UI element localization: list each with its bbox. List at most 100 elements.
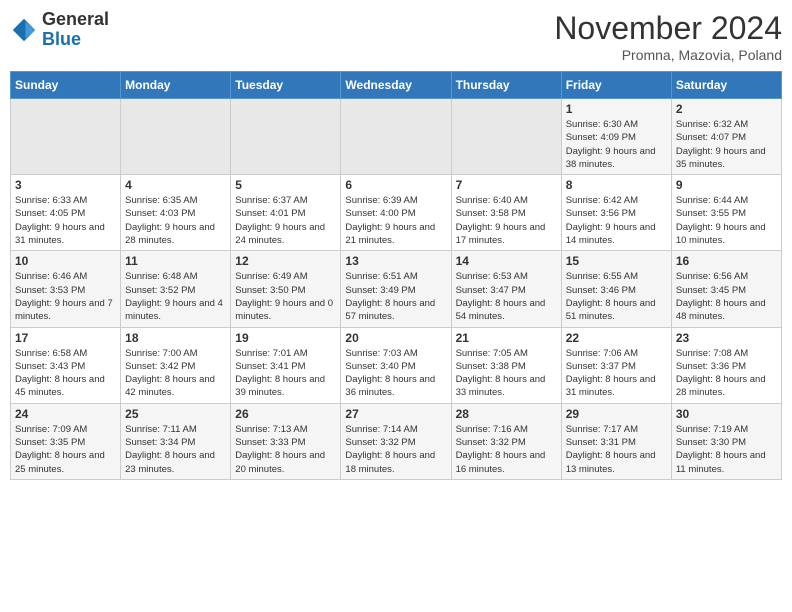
day-number: 13 <box>345 254 446 268</box>
day-info: Sunrise: 6:49 AM Sunset: 3:50 PM Dayligh… <box>235 270 336 323</box>
day-number: 25 <box>125 407 226 421</box>
day-cell-15: 15Sunrise: 6:55 AM Sunset: 3:46 PM Dayli… <box>561 251 671 327</box>
day-number: 20 <box>345 331 446 345</box>
day-number: 30 <box>676 407 777 421</box>
day-number: 7 <box>456 178 557 192</box>
logo-blue-text: Blue <box>42 29 81 49</box>
day-number: 15 <box>566 254 667 268</box>
day-cell-20: 20Sunrise: 7:03 AM Sunset: 3:40 PM Dayli… <box>341 327 451 403</box>
day-cell-1: 1 Sunrise: 6:30 AM Sunset: 4:09 PM Daylig… <box>561 99 671 175</box>
logo-icon <box>10 16 38 44</box>
week-row-2: 3Sunrise: 6:33 AM Sunset: 4:05 PM Daylig… <box>11 175 782 251</box>
week-row-5: 24 Sunrise: 7:09 AM Sunset: 3:35 PM Dayli… <box>11 403 782 479</box>
day-info: Sunrise: 6:44 AM Sunset: 3:55 PM Dayligh… <box>676 194 777 247</box>
week-row-1: 1 Sunrise: 6:30 AM Sunset: 4:09 PM Daylig… <box>11 99 782 175</box>
weekday-header-row: SundayMondayTuesdayWednesdayThursdayFrid… <box>11 72 782 99</box>
day-number: 12 <box>235 254 336 268</box>
weekday-saturday: Saturday <box>671 72 781 99</box>
title-area: November 2024 Promna, Mazovia, Poland <box>554 10 782 63</box>
day-cell-16: 16 Sunrise: 6:56 AM Sunset: 3:45 PM Dayli… <box>671 251 781 327</box>
day-info: Sunrise: 7:05 AM Sunset: 3:38 PM Dayligh… <box>456 347 557 400</box>
empty-cell <box>231 99 341 175</box>
day-number: 10 <box>15 254 116 268</box>
day-cell-11: 11 Sunrise: 6:48 AM Sunset: 3:52 PM Dayli… <box>121 251 231 327</box>
weekday-sunday: Sunday <box>11 72 121 99</box>
day-cell-26: 26 Sunrise: 7:13 AM Sunset: 3:33 PM Dayli… <box>231 403 341 479</box>
day-cell-19: 19 Sunrise: 7:01 AM Sunset: 3:41 PM Dayli… <box>231 327 341 403</box>
weekday-monday: Monday <box>121 72 231 99</box>
day-cell-2: 2 Sunrise: 6:32 AM Sunset: 4:07 PM Daylig… <box>671 99 781 175</box>
day-number: 2 <box>676 102 777 116</box>
day-number: 14 <box>456 254 557 268</box>
day-info: Sunrise: 7:11 AM Sunset: 3:34 PM Dayligh… <box>125 423 226 476</box>
day-cell-3: 3Sunrise: 6:33 AM Sunset: 4:05 PM Daylig… <box>11 175 121 251</box>
day-info: Sunrise: 7:16 AM Sunset: 3:32 PM Dayligh… <box>456 423 557 476</box>
day-number: 16 <box>676 254 777 268</box>
week-row-3: 10 Sunrise: 6:46 AM Sunset: 3:53 PM Dayli… <box>11 251 782 327</box>
day-cell-9: 9Sunrise: 6:44 AM Sunset: 3:55 PM Daylig… <box>671 175 781 251</box>
day-cell-23: 23 Sunrise: 7:08 AM Sunset: 3:36 PM Dayli… <box>671 327 781 403</box>
day-cell-8: 8Sunrise: 6:42 AM Sunset: 3:56 PM Daylig… <box>561 175 671 251</box>
day-number: 5 <box>235 178 336 192</box>
weekday-tuesday: Tuesday <box>231 72 341 99</box>
day-number: 1 <box>566 102 667 116</box>
day-cell-7: 7 Sunrise: 6:40 AM Sunset: 3:58 PM Daylig… <box>451 175 561 251</box>
day-number: 23 <box>676 331 777 345</box>
day-cell-22: 22 Sunrise: 7:06 AM Sunset: 3:37 PM Dayli… <box>561 327 671 403</box>
day-info: Sunrise: 6:40 AM Sunset: 3:58 PM Dayligh… <box>456 194 557 247</box>
day-cell-28: 28 Sunrise: 7:16 AM Sunset: 3:32 PM Dayli… <box>451 403 561 479</box>
day-number: 18 <box>125 331 226 345</box>
day-number: 29 <box>566 407 667 421</box>
day-number: 27 <box>345 407 446 421</box>
empty-cell <box>341 99 451 175</box>
day-info: Sunrise: 7:06 AM Sunset: 3:37 PM Dayligh… <box>566 347 667 400</box>
day-number: 28 <box>456 407 557 421</box>
day-number: 22 <box>566 331 667 345</box>
header: General Blue November 2024 Promna, Mazov… <box>10 10 782 63</box>
day-info: Sunrise: 6:37 AM Sunset: 4:01 PM Dayligh… <box>235 194 336 247</box>
day-info: Sunrise: 7:01 AM Sunset: 3:41 PM Dayligh… <box>235 347 336 400</box>
day-info: Sunrise: 6:46 AM Sunset: 3:53 PM Dayligh… <box>15 270 116 323</box>
day-info: Sunrise: 6:53 AM Sunset: 3:47 PM Dayligh… <box>456 270 557 323</box>
day-info: Sunrise: 7:08 AM Sunset: 3:36 PM Dayligh… <box>676 347 777 400</box>
day-cell-24: 24 Sunrise: 7:09 AM Sunset: 3:35 PM Dayli… <box>11 403 121 479</box>
location: Promna, Mazovia, Poland <box>554 47 782 63</box>
day-number: 24 <box>15 407 116 421</box>
day-cell-29: 29 Sunrise: 7:17 AM Sunset: 3:31 PM Dayli… <box>561 403 671 479</box>
day-info: Sunrise: 7:09 AM Sunset: 3:35 PM Dayligh… <box>15 423 116 476</box>
day-info: Sunrise: 6:51 AM Sunset: 3:49 PM Dayligh… <box>345 270 446 323</box>
day-info: Sunrise: 6:56 AM Sunset: 3:45 PM Dayligh… <box>676 270 777 323</box>
weekday-thursday: Thursday <box>451 72 561 99</box>
day-number: 19 <box>235 331 336 345</box>
day-number: 17 <box>15 331 116 345</box>
day-number: 8 <box>566 178 667 192</box>
day-number: 6 <box>345 178 446 192</box>
day-number: 26 <box>235 407 336 421</box>
month-title: November 2024 <box>554 10 782 47</box>
day-number: 21 <box>456 331 557 345</box>
empty-cell <box>11 99 121 175</box>
day-info: Sunrise: 6:39 AM Sunset: 4:00 PM Dayligh… <box>345 194 446 247</box>
day-info: Sunrise: 6:48 AM Sunset: 3:52 PM Dayligh… <box>125 270 226 323</box>
day-info: Sunrise: 6:33 AM Sunset: 4:05 PM Dayligh… <box>15 194 116 247</box>
day-info: Sunrise: 6:30 AM Sunset: 4:09 PM Dayligh… <box>566 118 667 171</box>
day-number: 11 <box>125 254 226 268</box>
day-cell-14: 14 Sunrise: 6:53 AM Sunset: 3:47 PM Dayli… <box>451 251 561 327</box>
day-cell-30: 30Sunrise: 7:19 AM Sunset: 3:30 PM Dayli… <box>671 403 781 479</box>
day-info: Sunrise: 6:58 AM Sunset: 3:43 PM Dayligh… <box>15 347 116 400</box>
day-cell-18: 18 Sunrise: 7:00 AM Sunset: 3:42 PM Dayli… <box>121 327 231 403</box>
day-cell-12: 12 Sunrise: 6:49 AM Sunset: 3:50 PM Dayli… <box>231 251 341 327</box>
weekday-wednesday: Wednesday <box>341 72 451 99</box>
day-info: Sunrise: 7:17 AM Sunset: 3:31 PM Dayligh… <box>566 423 667 476</box>
day-cell-21: 21 Sunrise: 7:05 AM Sunset: 3:38 PM Dayli… <box>451 327 561 403</box>
day-cell-17: 17 Sunrise: 6:58 AM Sunset: 3:43 PM Dayli… <box>11 327 121 403</box>
day-info: Sunrise: 7:00 AM Sunset: 3:42 PM Dayligh… <box>125 347 226 400</box>
logo: General Blue <box>10 10 109 50</box>
day-info: Sunrise: 6:35 AM Sunset: 4:03 PM Dayligh… <box>125 194 226 247</box>
day-cell-13: 13 Sunrise: 6:51 AM Sunset: 3:49 PM Dayli… <box>341 251 451 327</box>
day-cell-10: 10 Sunrise: 6:46 AM Sunset: 3:53 PM Dayli… <box>11 251 121 327</box>
week-row-4: 17 Sunrise: 6:58 AM Sunset: 3:43 PM Dayli… <box>11 327 782 403</box>
day-info: Sunrise: 7:13 AM Sunset: 3:33 PM Dayligh… <box>235 423 336 476</box>
day-info: Sunrise: 6:32 AM Sunset: 4:07 PM Dayligh… <box>676 118 777 171</box>
calendar: SundayMondayTuesdayWednesdayThursdayFrid… <box>10 71 782 480</box>
